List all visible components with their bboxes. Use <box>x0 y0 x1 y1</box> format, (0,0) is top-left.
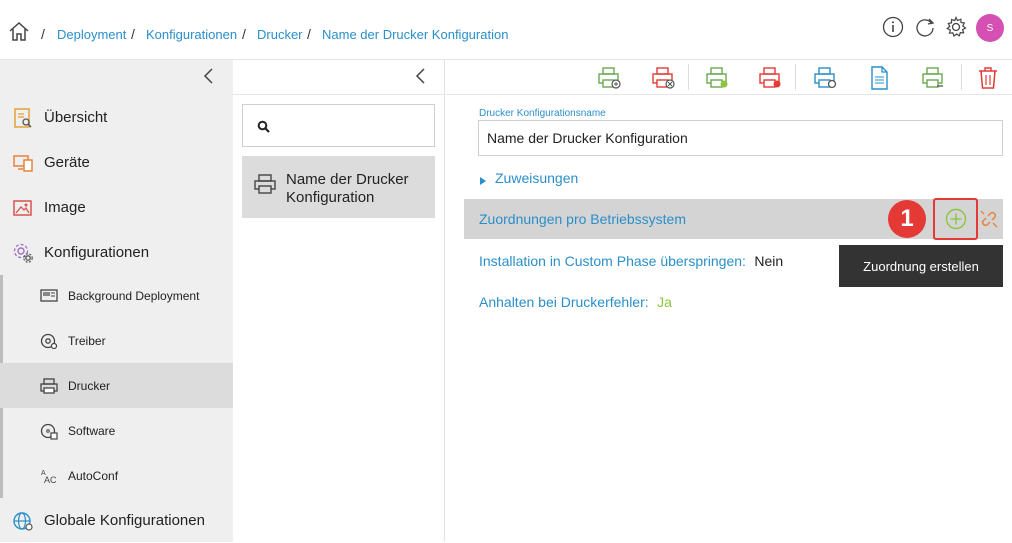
info-icon[interactable] <box>882 16 904 38</box>
toolbar-separator <box>688 64 689 90</box>
list-panel: Name der Drucker Konfiguration <box>233 60 445 542</box>
tooltip: Zuordnung erstellen <box>839 245 1003 287</box>
printer-add-green-icon[interactable] <box>596 65 622 91</box>
autoconf-icon: A AC <box>40 467 58 485</box>
sidebar-item-treiber[interactable]: Treiber <box>0 318 233 363</box>
collapse-sidebar-icon[interactable] <box>202 67 216 85</box>
sidebar-item-label: Drucker <box>68 378 111 393</box>
name-field-label: Drucker Konfigurationsname <box>479 108 606 119</box>
sidebar-item-label: Treiber <box>68 333 106 348</box>
printer-icon <box>254 173 276 195</box>
sidebar-item-image[interactable]: Image <box>0 185 233 230</box>
name-field[interactable] <box>478 120 1003 156</box>
printer-remove-red-2-icon[interactable] <box>757 65 783 91</box>
printer-add-green-2-icon[interactable] <box>704 65 730 91</box>
tooltip-text: Zuordnung erstellen <box>863 258 979 274</box>
settings-icon[interactable] <box>945 16 967 38</box>
sidebar-item-background-deployment[interactable]: Background Deployment <box>0 273 233 318</box>
halt-on-error-value: Ja <box>657 294 672 310</box>
search-box[interactable] <box>242 104 435 147</box>
unlink-icon[interactable] <box>978 208 1000 230</box>
sidebar-item-autoconf[interactable]: A AC AutoConf <box>0 453 233 498</box>
breadcrumb-separator: / <box>41 26 45 42</box>
skip-custom-phase-label: Installation in Custom Phase überspringe… <box>479 253 746 269</box>
software-icon <box>40 422 58 440</box>
breadcrumb-separator: / <box>242 26 246 42</box>
sidebar-item-label: Konfigurationen <box>44 244 150 261</box>
trash-icon[interactable] <box>975 65 1001 91</box>
step-number: 1 <box>900 205 914 232</box>
divider <box>233 94 444 95</box>
background-deployment-icon <box>40 287 58 305</box>
collapse-list-icon[interactable] <box>414 67 428 85</box>
assignments-label: Zuweisungen <box>495 170 579 186</box>
breadcrumb-separator: / <box>307 26 311 42</box>
sidebar-item-label: Globale Konfigurationen <box>44 512 205 529</box>
sidebar-item-label: Geräte <box>44 154 90 171</box>
global-configurations-icon <box>12 510 34 532</box>
detail-panel: Drucker Konfigurationsname Zuweisungen Z… <box>446 95 1012 542</box>
halt-on-error-row: Anhalten bei Druckerfehler: Ja <box>479 294 672 312</box>
os-mapping-label: Zuordnungen pro Betriebssystem <box>479 211 686 227</box>
sidebar-item-software[interactable]: Software <box>0 408 233 453</box>
sidebar-item-uebersicht[interactable]: Übersicht <box>0 95 233 140</box>
breadcrumb-deployment[interactable]: Deployment <box>57 27 126 42</box>
caret-right-icon <box>479 173 487 185</box>
sidebar-item-globale-konfigurationen[interactable]: Globale Konfigurationen <box>0 498 233 543</box>
sidebar: Übersicht Geräte Image Konfigurationen B… <box>0 60 233 542</box>
sidebar-item-label: Übersicht <box>44 109 108 126</box>
sidebar-item-drucker[interactable]: Drucker <box>0 363 233 408</box>
add-mapping-button[interactable] <box>945 208 967 230</box>
search-icon <box>257 120 271 134</box>
devices-icon <box>12 152 34 174</box>
sidebar-item-label: AutoConf <box>68 468 119 483</box>
step-badge: 1 <box>888 200 926 238</box>
toolbar-separator <box>961 64 962 90</box>
breadcrumb-current: Name der Drucker Konfiguration <box>322 27 509 42</box>
printer-remove-red-icon[interactable] <box>650 65 676 91</box>
list-item[interactable]: Name der Drucker Konfiguration <box>242 156 435 218</box>
configurations-icon <box>12 242 34 264</box>
svg-text:AC: AC <box>44 475 57 485</box>
refresh-icon[interactable] <box>914 16 936 38</box>
list-item-label: Name der Drucker Konfiguration <box>286 171 409 206</box>
sidebar-item-label: Software <box>68 423 116 438</box>
image-icon <box>12 197 34 219</box>
printer-green-3-icon[interactable] <box>920 65 946 91</box>
top-bar: / Deployment / Konfigurationen / Drucker… <box>0 0 1012 60</box>
toolbar <box>446 60 1012 95</box>
toolbar-separator <box>795 64 796 90</box>
skip-custom-phase-value: Nein <box>754 253 784 269</box>
printer-icon <box>40 377 58 395</box>
sidebar-item-konfigurationen[interactable]: Konfigurationen <box>0 230 233 275</box>
printer-settings-blue-icon[interactable] <box>812 65 838 91</box>
overview-icon <box>12 107 34 129</box>
driver-icon <box>40 332 58 350</box>
avatar-letter: S <box>986 22 994 34</box>
sidebar-item-label: Image <box>44 199 86 216</box>
sidebar-item-label: Background Deployment <box>68 288 200 303</box>
search-input[interactable] <box>277 113 427 139</box>
halt-on-error-label: Anhalten bei Druckerfehler: <box>479 294 649 310</box>
breadcrumb-konfigurationen[interactable]: Konfigurationen <box>146 27 237 42</box>
skip-custom-phase-row: Installation in Custom Phase überspringe… <box>479 253 783 271</box>
home-icon[interactable] <box>8 20 30 42</box>
avatar[interactable]: S <box>976 14 1004 42</box>
breadcrumb-separator: / <box>131 26 135 42</box>
assignments-toggle[interactable]: Zuweisungen <box>479 170 578 186</box>
document-copy-blue-icon[interactable] <box>866 65 892 91</box>
breadcrumb-drucker[interactable]: Drucker <box>257 27 303 42</box>
sidebar-item-geraete[interactable]: Geräte <box>0 140 233 185</box>
